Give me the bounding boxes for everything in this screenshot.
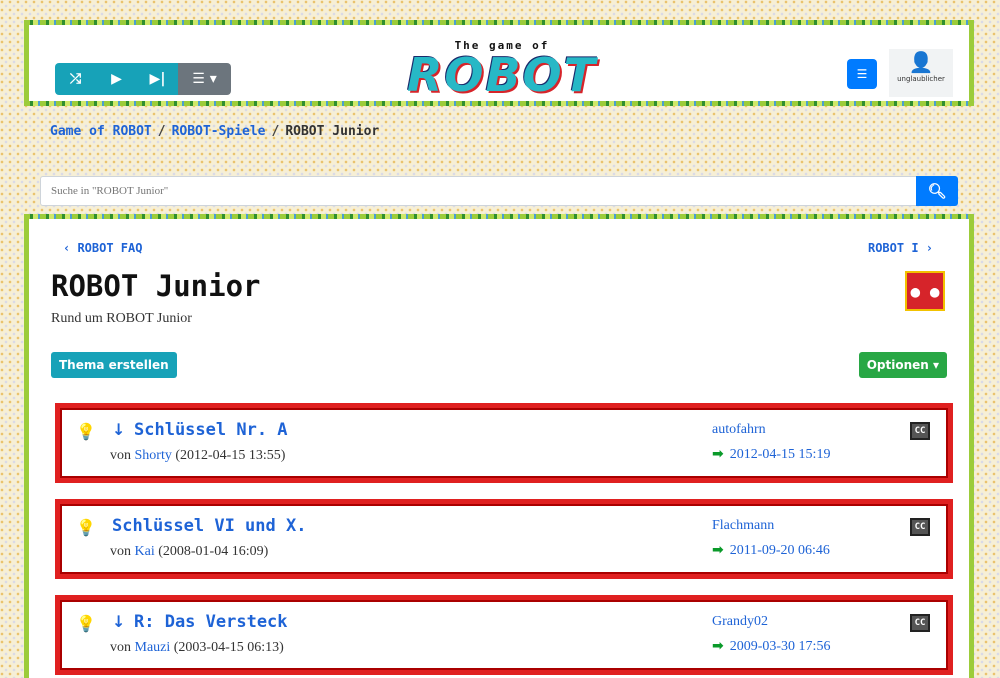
play-icon: ▶ bbox=[111, 71, 122, 87]
search-bar: 🔍︎ bbox=[40, 176, 958, 206]
last-post-link[interactable]: ➡ 2011-09-20 06:46 bbox=[712, 542, 830, 559]
forum-panel: ‹ ROBOT FAQ ROBOT I › ROBOT Junior Rund … bbox=[24, 214, 974, 678]
options-dropdown-button[interactable]: Optionen ▾ bbox=[858, 352, 947, 378]
breadcrumb-robot-spiele[interactable]: ROBOT-Spiele bbox=[172, 124, 266, 139]
topic-lightbulb-icon: 💡 bbox=[76, 422, 96, 441]
topic-row[interactable]: 💡 Schlüssel VI und X. von Kai (2008-01-0… bbox=[55, 499, 953, 579]
menu-icon: ☰ bbox=[856, 67, 868, 81]
last-post-date: 2011-09-20 06:46 bbox=[729, 543, 830, 558]
topic-created: (2008-01-04 16:09) bbox=[158, 544, 269, 559]
cc-icon: CC bbox=[910, 518, 930, 536]
topic-by: von bbox=[110, 544, 131, 559]
playlist-dropdown-button[interactable]: ☰ ▾ bbox=[178, 63, 231, 95]
next-button[interactable]: ▶| bbox=[137, 63, 178, 95]
last-post-date: 2009-03-30 17:56 bbox=[729, 639, 831, 654]
breadcrumb-home[interactable]: Game of ROBOT bbox=[50, 124, 152, 139]
last-post-link[interactable]: ➡ 2009-03-30 17:56 bbox=[712, 638, 830, 655]
breadcrumb-current: ROBOT Junior bbox=[285, 124, 380, 139]
topic-meta: von Shorty (2012-04-15 13:55) bbox=[110, 448, 285, 464]
arrow-right-icon: ➡ bbox=[712, 542, 724, 558]
topic-row[interactable]: 💡 ↓ R: Das Versteck von Mauzi (2003-04-1… bbox=[55, 595, 953, 675]
topic-by: von bbox=[110, 448, 131, 463]
next-forum-link[interactable]: ROBOT I › bbox=[868, 241, 933, 255]
create-topic-button[interactable]: Thema erstellen bbox=[51, 352, 177, 378]
breadcrumb-separator: / bbox=[157, 124, 166, 139]
topic-title[interactable]: Schlüssel Nr. A bbox=[134, 420, 288, 440]
topic-author-link[interactable]: Kai bbox=[135, 544, 155, 559]
topic-title[interactable]: Schlüssel VI und X. bbox=[112, 516, 306, 536]
menu-button[interactable]: ☰ bbox=[847, 59, 877, 89]
topic-lightbulb-icon: 💡 bbox=[76, 614, 96, 633]
shuffle-button[interactable]: ⤮ bbox=[55, 63, 96, 95]
arrow-right-icon: ➡ bbox=[712, 638, 724, 654]
shuffle-icon: ⤮ bbox=[69, 71, 82, 87]
robot-junior-icon: ● ● bbox=[905, 271, 945, 311]
topic-meta: von Mauzi (2003-04-15 06:13) bbox=[110, 640, 284, 656]
arrow-down-icon: ↓ bbox=[112, 612, 126, 631]
search-icon: 🔍︎ bbox=[927, 182, 947, 200]
logo-wordmark: ROBOT bbox=[406, 48, 598, 102]
topic-author-link[interactable]: Shorty bbox=[135, 448, 172, 463]
topic-lightbulb-icon: 💡 bbox=[76, 518, 96, 537]
music-player-controls: ⤮ ▶ ▶| ☰ ▾ bbox=[55, 63, 231, 95]
site-header: ⤮ ▶ ▶| ☰ ▾ The game of ROBOT ☰ 👤 unglaub… bbox=[24, 20, 974, 106]
topic-row[interactable]: 💡 ↓ Schlüssel Nr. A von Shorty (2012-04-… bbox=[55, 403, 953, 483]
last-post-user[interactable]: Grandy02 bbox=[712, 614, 768, 630]
page-title: ROBOT Junior bbox=[51, 269, 261, 303]
list-icon: ☰ ▾ bbox=[192, 71, 217, 87]
topic-title[interactable]: R: Das Versteck bbox=[134, 612, 288, 632]
last-post-date: 2012-04-15 15:19 bbox=[729, 447, 831, 462]
cc-icon: CC bbox=[910, 614, 930, 632]
breadcrumb-separator: / bbox=[271, 124, 280, 139]
skip-next-icon: ▶| bbox=[149, 71, 166, 87]
cc-icon: CC bbox=[910, 422, 930, 440]
topic-created: (2003-04-15 06:13) bbox=[173, 640, 284, 655]
arrow-down-icon: ↓ bbox=[112, 420, 126, 439]
breadcrumb: Game of ROBOT / ROBOT-Spiele / ROBOT Junior bbox=[50, 124, 379, 139]
user-name: unglaublicher bbox=[897, 75, 945, 83]
last-post-user[interactable]: Flachmann bbox=[712, 518, 774, 534]
last-post-link[interactable]: ➡ 2012-04-15 15:19 bbox=[712, 446, 830, 463]
user-menu[interactable]: 👤 unglaublicher bbox=[889, 49, 953, 97]
topic-by: von bbox=[110, 640, 131, 655]
site-logo[interactable]: The game of ROBOT bbox=[371, 39, 633, 102]
topic-author-link[interactable]: Mauzi bbox=[135, 640, 171, 655]
page-subtitle: Rund um ROBOT Junior bbox=[51, 311, 192, 326]
last-post-user[interactable]: autofahrn bbox=[712, 422, 766, 438]
search-button[interactable]: 🔍︎ bbox=[916, 176, 958, 206]
user-icon: 👤 bbox=[908, 50, 934, 74]
topic-created: (2012-04-15 13:55) bbox=[175, 448, 286, 463]
play-button[interactable]: ▶ bbox=[96, 63, 137, 95]
topic-meta: von Kai (2008-01-04 16:09) bbox=[110, 544, 268, 560]
prev-forum-link[interactable]: ‹ ROBOT FAQ bbox=[63, 241, 142, 255]
arrow-right-icon: ➡ bbox=[712, 446, 724, 462]
search-input[interactable] bbox=[40, 176, 916, 206]
